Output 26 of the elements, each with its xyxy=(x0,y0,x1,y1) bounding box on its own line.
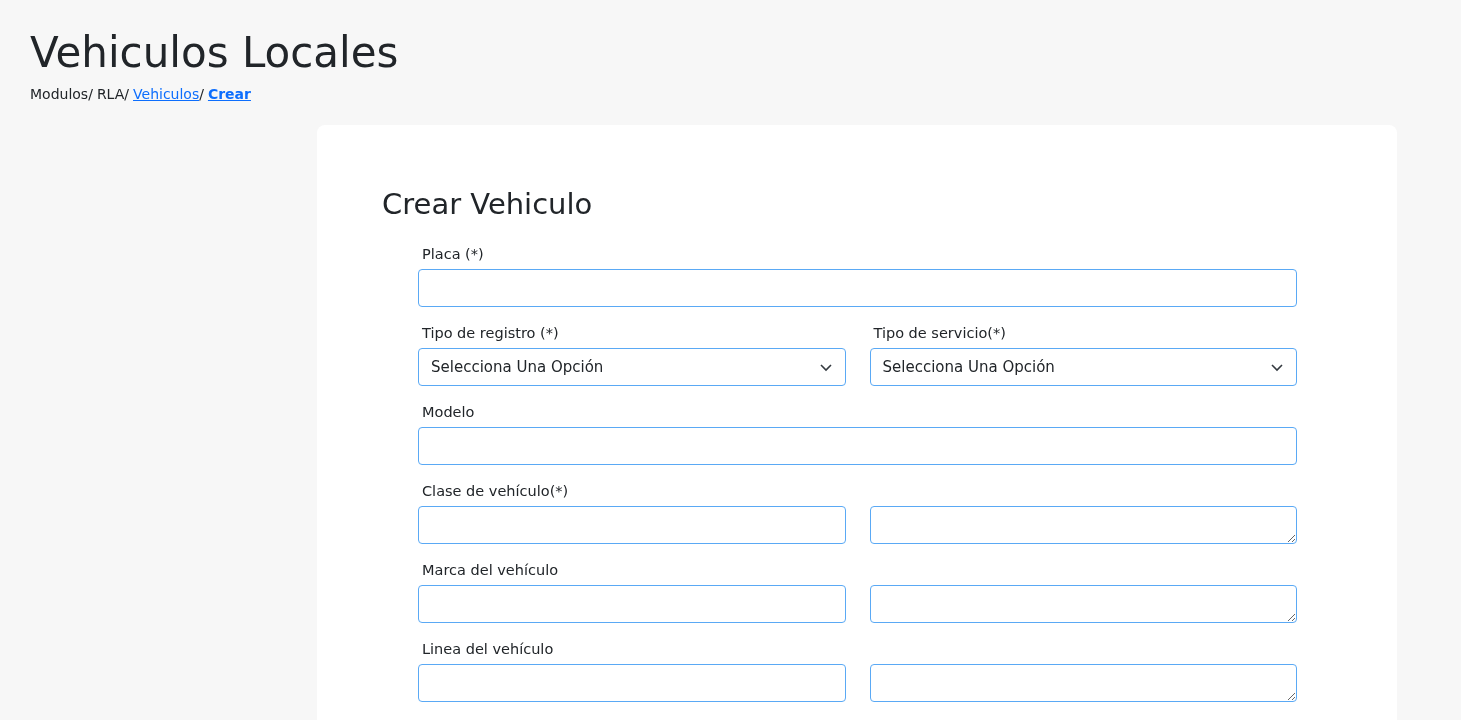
form-title: Crear Vehiculo xyxy=(382,186,594,221)
input-field[interactable] xyxy=(418,663,846,702)
page-title: Vehiculos Locales xyxy=(30,27,400,79)
field-label: Placa (*) xyxy=(421,244,485,264)
field-label: Modelo xyxy=(421,402,476,422)
input-field[interactable] xyxy=(418,268,1297,307)
breadcrumb-separator: / xyxy=(199,85,204,102)
breadcrumb-item: Modulos xyxy=(30,85,89,102)
select-dropdown[interactable]: Selecciona Una Opción xyxy=(869,347,1297,386)
input-field[interactable] xyxy=(418,426,1297,465)
input-field[interactable] xyxy=(418,584,846,623)
input-field[interactable] xyxy=(418,505,846,544)
field-label: Clase de vehículo(*) xyxy=(421,481,570,501)
text-area[interactable] xyxy=(869,663,1297,702)
breadcrumb-separator: / xyxy=(124,85,130,102)
field-label: Tipo de registro (*) xyxy=(421,323,560,343)
select-dropdown[interactable]: Selecciona Una Opción xyxy=(418,347,846,386)
text-area[interactable] xyxy=(869,584,1297,623)
field-label: Linea del vehículo xyxy=(421,639,555,659)
breadcrumb-item: RLA xyxy=(96,85,125,102)
breadcrumb-separator: / xyxy=(88,85,93,102)
text-area[interactable] xyxy=(869,505,1297,544)
breadcrumb-item[interactable]: Crear xyxy=(207,85,251,102)
field-label: Marca del vehículo xyxy=(421,560,560,580)
breadcrumb-item[interactable]: Vehiculos xyxy=(133,85,200,102)
field-label: Tipo de servicio(*) xyxy=(872,323,1007,343)
